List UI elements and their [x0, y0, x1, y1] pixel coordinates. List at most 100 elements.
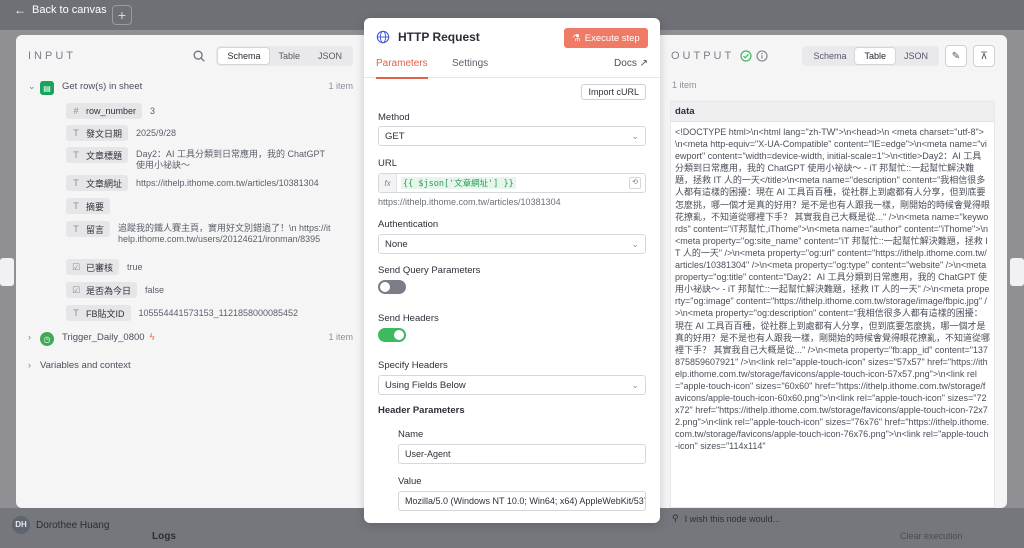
schema-field[interactable]: ☑ 已審核 true	[66, 259, 143, 275]
info-icon[interactable]	[756, 50, 768, 62]
tree-node-variables[interactable]: › Variables and context	[28, 360, 353, 371]
number-type-icon: #	[73, 106, 79, 116]
left-edge-node[interactable]	[0, 258, 14, 286]
chevron-right-icon[interactable]: ›	[28, 332, 40, 342]
input-tab-schema[interactable]: Schema	[218, 48, 270, 64]
schema-field[interactable]: # row_number 3	[66, 103, 155, 119]
tab-settings[interactable]: Settings	[452, 58, 488, 69]
method-label: Method	[378, 112, 410, 123]
chevron-down-icon: ⌄	[631, 380, 639, 390]
output-tab-json[interactable]: JSON	[895, 48, 937, 64]
clear-execution-button[interactable]: Clear execution	[900, 531, 963, 541]
tree-node-trigger[interactable]: › ◷ Trigger_Daily_0800 ϟ 1 item	[28, 332, 353, 346]
sheets-icon: ▤	[40, 81, 54, 95]
output-view-switch: Schema Table JSON	[802, 46, 939, 66]
field-key: 已審核	[86, 262, 114, 273]
authentication-label: Authentication	[378, 219, 439, 230]
method-select[interactable]: GET ⌄	[378, 126, 646, 146]
field-key: 文章網址	[86, 178, 123, 189]
back-to-canvas-link[interactable]: ← Back to canvas	[14, 3, 107, 17]
execute-step-label: Execute step	[584, 32, 640, 44]
docs-label: Docs	[614, 58, 637, 69]
field-key: 留言	[86, 224, 105, 235]
chevron-right-icon[interactable]: ›	[28, 360, 40, 370]
tab-parameters[interactable]: Parameters	[376, 58, 428, 79]
docs-link[interactable]: Docs ↗	[614, 58, 648, 69]
input-tab-json[interactable]: JSON	[309, 48, 351, 64]
output-tab-schema[interactable]: Schema	[804, 48, 855, 64]
column-header[interactable]: data	[671, 102, 994, 122]
field-value: 3	[150, 106, 156, 116]
output-tab-table[interactable]: Table	[855, 48, 895, 64]
send-headers-toggle[interactable]	[378, 328, 406, 342]
back-to-canvas-label: Back to canvas	[32, 4, 107, 16]
schema-field[interactable]: T 摘要	[66, 198, 118, 214]
external-link-icon: ↗	[639, 58, 648, 69]
tree-node-get-rows[interactable]: ⌄ ▤ Get row(s) in sheet 1 item	[28, 81, 353, 95]
avatar: DH	[12, 516, 30, 534]
field-value: 追蹤我的鐵人賽主頁，實用好文別錯過了！\n https://ithelp.ith…	[118, 223, 331, 244]
header-parameter-item: Name User-Agent Value Mozilla/5.0 (Windo…	[398, 422, 646, 512]
authentication-value: None	[385, 238, 408, 250]
text-type-icon: T	[73, 201, 79, 211]
feedback-link[interactable]: ⚲ I wish this node would...	[672, 513, 780, 524]
chevron-down-icon[interactable]: ⌄	[28, 81, 40, 92]
schema-field[interactable]: T 留言 追蹤我的鐵人賽主頁，實用好文別錯過了！\n https://ithelp…	[66, 221, 353, 245]
output-title: OUTPUT	[671, 50, 735, 62]
header-value-input[interactable]: Mozilla/5.0 (Windows NT 10.0; Win64; x64…	[398, 491, 646, 511]
edit-output-button[interactable]: ✎	[945, 45, 967, 67]
add-node-button[interactable]: +	[112, 5, 132, 25]
header-name-input[interactable]: User-Agent	[398, 444, 646, 464]
node-parameters-card: HTTP Request ⚗ Execute step Parameters S…	[364, 18, 660, 523]
field-value: https://ithelp.ithome.com.tw/articles/10…	[136, 178, 319, 188]
url-label: URL	[378, 158, 398, 169]
url-resolved-preview: https://ithelp.ithome.com.tw/articles/10…	[378, 197, 561, 207]
send-query-toggle[interactable]	[378, 280, 406, 294]
schema-field[interactable]: T 發文日期 2025/9/28	[66, 125, 176, 141]
schema-field[interactable]: T 文章網址 https://ithelp.ithome.com.tw/artic…	[66, 175, 319, 191]
method-value: GET	[385, 130, 405, 142]
node-title[interactable]: HTTP Request	[398, 30, 480, 44]
expand-icon[interactable]: ⟲	[629, 177, 641, 189]
header-parameters-label: Header Parameters	[378, 405, 465, 416]
specify-headers-label: Specify Headers	[378, 360, 448, 371]
text-type-icon: T	[73, 128, 79, 138]
pin-data-button[interactable]: ⊼	[973, 45, 995, 67]
boolean-type-icon: ☑	[71, 261, 81, 272]
user-name: Dorothee Huang	[36, 519, 110, 531]
url-expression: {{ $json['文章網址'] }}	[401, 177, 516, 189]
item-count: 1 item	[328, 332, 353, 342]
field-value: false	[145, 285, 165, 295]
clock-icon: ◷	[40, 332, 54, 346]
output-item-count: 1 item	[672, 80, 697, 90]
logs-label[interactable]: Logs	[152, 531, 176, 542]
header-value-label: Value	[398, 476, 422, 487]
pin-icon: ⊼	[980, 50, 988, 62]
input-tab-table[interactable]: Table	[269, 48, 309, 64]
specify-headers-value: Using Fields Below	[385, 379, 466, 391]
schema-field[interactable]: ☑ 是否為今日 false	[66, 282, 164, 298]
chevron-down-icon: ⌄	[631, 131, 639, 141]
schema-field[interactable]: T 文章標題 Day2：AI 工具分類到日常應用，我的 ChatGPT 使用小祕訣…	[66, 147, 353, 171]
schema-field[interactable]: T FB貼文ID 105554441573153_1121858000085452	[66, 305, 298, 321]
url-input[interactable]: fx {{ $json['文章網址'] }} ⟲	[378, 173, 646, 193]
user-menu[interactable]: DH Dorothee Huang	[12, 516, 109, 534]
table-cell[interactable]: <!DOCTYPE html>\n<html lang="zh-TW">\n<h…	[671, 122, 994, 457]
field-key: row_number	[86, 106, 137, 116]
pencil-icon: ✎	[951, 50, 961, 62]
input-pane-header: INPUT Schema Table JSON	[28, 45, 353, 67]
specify-headers-select[interactable]: Using Fields Below ⌄	[378, 375, 646, 395]
lightbulb-icon: ⚲	[672, 513, 679, 523]
search-icon[interactable]	[192, 49, 206, 63]
send-headers-label: Send Headers	[378, 313, 439, 324]
output-table: data <!DOCTYPE html>\n<html lang="zh-TW"…	[670, 101, 995, 508]
field-value: Day2：AI 工具分類到日常應用，我的 ChatGPT 使用小祕訣～	[136, 149, 325, 170]
import-curl-button[interactable]: Import cURL	[581, 84, 646, 100]
arrow-left-icon: ←	[14, 3, 26, 17]
text-type-icon: T	[73, 224, 79, 234]
right-edge-node[interactable]	[1010, 258, 1024, 286]
authentication-select[interactable]: None ⌄	[378, 234, 646, 254]
feedback-label: I wish this node would...	[684, 513, 781, 524]
field-value: 105554441573153_1121858000085452	[138, 308, 299, 318]
execute-step-button[interactable]: ⚗ Execute step	[564, 28, 648, 48]
